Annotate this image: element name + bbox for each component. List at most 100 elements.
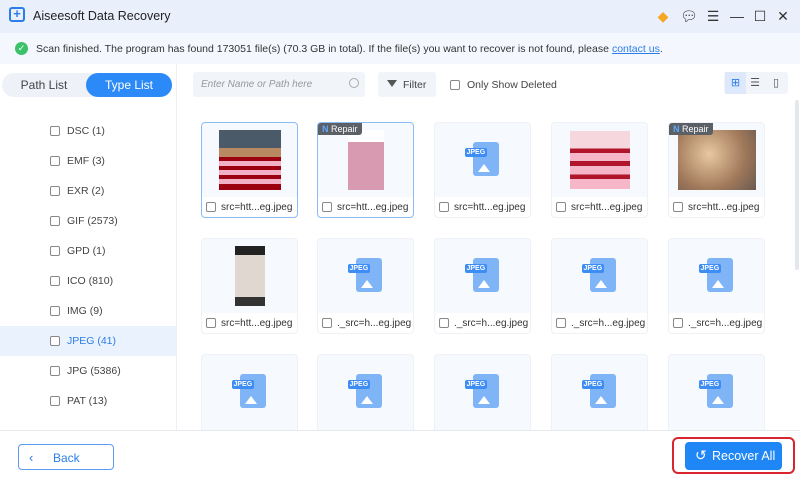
search-input[interactable]: Enter Name or Path here <box>193 72 365 97</box>
checkbox[interactable] <box>50 216 60 226</box>
checkbox[interactable] <box>450 80 460 90</box>
type-item[interactable]: JPG (5386) <box>0 356 176 386</box>
checkbox[interactable] <box>50 186 60 196</box>
checkbox[interactable] <box>50 156 60 166</box>
checkbox[interactable] <box>556 202 566 212</box>
type-label: PAT (13) <box>67 395 108 407</box>
file-card[interactable]: JPEG ._src=h...eg.jpeg <box>434 238 531 334</box>
chevron-left-icon: ‹ <box>29 450 34 465</box>
file-card[interactable]: JPEG <box>434 354 531 430</box>
checkbox[interactable] <box>50 366 60 376</box>
jpeg-file-icon: JPEG <box>463 140 503 180</box>
check-icon: ✓ <box>15 42 28 55</box>
jpeg-file-icon: JPEG <box>580 372 620 412</box>
type-item[interactable]: EXR (2) <box>0 176 176 206</box>
file-card[interactable]: JPEG ._src=h...eg.jpeg <box>317 238 414 334</box>
file-name: ._src=h...eg.jpeg <box>454 317 529 329</box>
type-label: EMF (3) <box>67 155 105 167</box>
file-thumbnail <box>569 131 630 189</box>
file-thumbnail <box>347 130 384 190</box>
app-title: Aiseesoft Data Recovery <box>33 9 171 23</box>
file-card[interactable]: JPEG src=htt...eg.jpeg <box>434 122 531 218</box>
back-button[interactable]: ‹ Back <box>18 444 114 470</box>
tab-path-list[interactable]: Path List <box>2 73 86 97</box>
type-label: EXR (2) <box>67 185 105 197</box>
checkbox[interactable] <box>50 276 60 286</box>
grid-scrollbar[interactable] <box>795 100 799 270</box>
detail-view-icon[interactable]: ▯ <box>767 75 785 91</box>
minimize-icon[interactable]: — <box>729 8 745 24</box>
filter-label: Filter <box>403 79 427 91</box>
file-card[interactable]: JPEG <box>551 354 648 430</box>
checkbox[interactable] <box>439 202 449 212</box>
type-item[interactable]: ICO (810) <box>0 266 176 296</box>
list-view-icon[interactable]: ☰ <box>746 75 764 91</box>
jpeg-file-icon: JPEG <box>580 256 620 296</box>
jpeg-file-icon: JPEG <box>463 372 503 412</box>
checkbox[interactable] <box>50 306 60 316</box>
checkbox[interactable] <box>322 318 332 328</box>
checkbox[interactable] <box>439 318 449 328</box>
checkbox[interactable] <box>673 318 683 328</box>
repair-badge[interactable]: N Repair <box>669 123 713 135</box>
type-item[interactable]: GPD (1) <box>0 236 176 266</box>
jpeg-file-icon: JPEG <box>697 372 737 412</box>
file-name: src=htt...eg.jpeg <box>454 201 526 213</box>
tab-type-list[interactable]: Type List <box>86 73 172 97</box>
checkbox[interactable] <box>50 246 60 256</box>
search-icon[interactable] <box>349 78 359 88</box>
file-name: src=htt...eg.jpeg <box>221 201 293 213</box>
checkbox[interactable] <box>556 318 566 328</box>
checkbox[interactable] <box>50 126 60 136</box>
menu-icon[interactable]: ☰ <box>705 8 721 24</box>
type-item[interactable]: PAT (13) <box>0 386 176 416</box>
file-card[interactable]: N Repair src=htt...eg.jpeg <box>668 122 765 218</box>
file-card[interactable]: src=htt...eg.jpeg <box>551 122 648 218</box>
checkbox[interactable] <box>322 202 332 212</box>
grid-view-icon[interactable]: ⊞ <box>725 72 746 94</box>
jpeg-file-icon: JPEG <box>230 372 270 412</box>
app-logo-icon: + <box>9 7 25 22</box>
type-item[interactable]: IMG (9) <box>0 296 176 326</box>
diamond-icon[interactable]: ◆ <box>655 8 671 24</box>
checkbox[interactable] <box>50 336 60 346</box>
footer-bar: ‹ Back ↺ Recover All <box>0 430 800 477</box>
recover-all-label: Recover All <box>712 449 776 463</box>
type-item[interactable]: DSC (1) <box>0 116 176 146</box>
filter-button[interactable]: Filter <box>378 72 436 97</box>
type-item[interactable]: JPEG (41) <box>0 326 176 356</box>
search-placeholder: Enter Name or Path here <box>201 79 313 90</box>
file-card[interactable]: N Repair src=htt...eg.jpeg <box>317 122 414 218</box>
checkbox[interactable] <box>206 202 216 212</box>
file-card[interactable]: JPEG ._src=h...eg.jpeg <box>668 238 765 334</box>
repair-badge[interactable]: N Repair <box>318 123 362 135</box>
file-card[interactable]: JPEG <box>317 354 414 430</box>
scan-notice: ✓ Scan finished. The program has found 1… <box>0 33 800 64</box>
feedback-icon[interactable]: 💬︎ <box>680 8 698 24</box>
type-label: IMG (9) <box>67 305 103 317</box>
file-card[interactable]: src=htt...eg.jpeg <box>201 122 298 218</box>
close-icon[interactable]: ✕ <box>775 8 791 24</box>
type-item[interactable]: EMF (3) <box>0 146 176 176</box>
jpeg-file-icon: JPEG <box>697 256 737 296</box>
file-card[interactable]: JPEG <box>201 354 298 430</box>
only-show-deleted-checkbox[interactable]: Only Show Deleted <box>450 79 557 91</box>
file-card[interactable]: JPEG <box>668 354 765 430</box>
checkbox[interactable] <box>673 202 683 212</box>
checkbox[interactable] <box>206 318 216 328</box>
type-label: JPEG (41) <box>67 335 117 347</box>
file-thumbnail <box>234 246 265 306</box>
file-name: src=htt...eg.jpeg <box>337 201 409 213</box>
contact-us-link[interactable]: contact us <box>612 43 660 55</box>
back-label: Back <box>53 451 80 465</box>
type-label: JPG (5386) <box>67 365 121 377</box>
type-item[interactable]: GIF (2573) <box>0 206 176 236</box>
type-label: GPD (1) <box>67 245 106 257</box>
checkbox[interactable] <box>50 396 60 406</box>
type-label: ICO (810) <box>67 275 114 287</box>
file-thumbnail <box>218 130 281 190</box>
file-card[interactable]: src=htt...eg.jpeg <box>201 238 298 334</box>
maximize-icon[interactable]: ☐ <box>752 8 768 24</box>
recover-all-button[interactable]: ↺ Recover All <box>685 442 782 470</box>
file-card[interactable]: JPEG ._src=h...eg.jpeg <box>551 238 648 334</box>
